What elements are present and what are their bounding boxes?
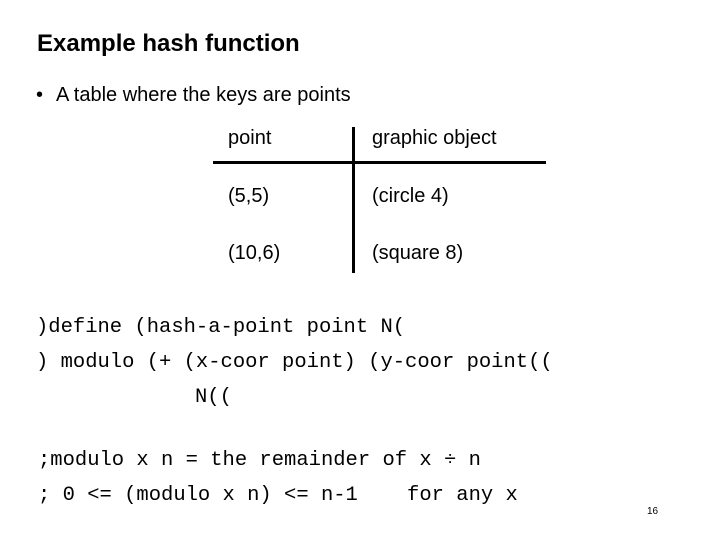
table-cell-point: (10,6) [228,242,281,264]
table-cell-point: (5,5) [228,185,270,207]
comment-line: ; 0 <= (modulo x n) <= n-1 for any x [38,484,518,507]
table-cell-graphic-object: (circle 4) [372,185,449,207]
code-line: )define (hash-a-point point N( [36,316,406,339]
table-column-divider [352,127,355,273]
table-cell-graphic-object: (square 8) [372,242,464,264]
code-line: ) modulo (+ (x-coor point) (y-coor point… [36,351,553,374]
page-number: 16 [647,506,659,517]
slide-title: Example hash function [37,30,300,57]
code-line: N(( [195,386,232,409]
bullet-marker: • [36,84,44,106]
table-header-graphic-object: graphic object [372,127,497,149]
table-header-point: point [228,127,272,149]
bullet-text: A table where the keys are points [56,84,351,106]
table-header-divider [213,161,546,164]
comment-line: ;modulo x n = the remainder of x ÷ n [38,449,481,472]
